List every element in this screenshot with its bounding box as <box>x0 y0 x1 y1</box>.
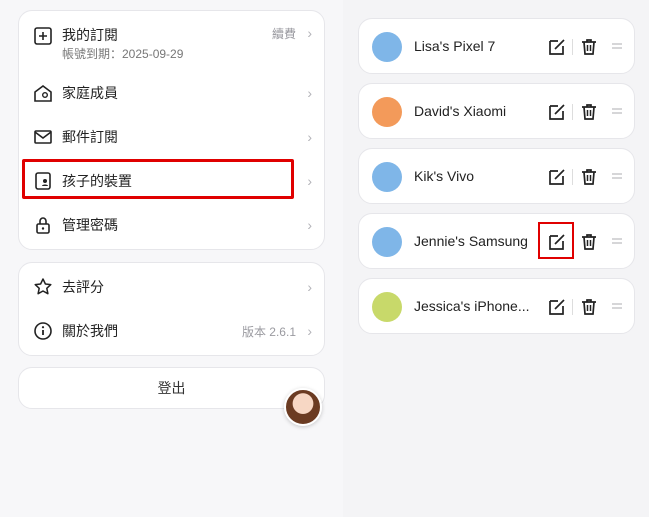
about-row[interactable]: 關於我們 版本 2.6.1 › <box>19 309 324 353</box>
edit-icon[interactable] <box>547 37 567 57</box>
drag-handle-icon[interactable] <box>611 234 623 248</box>
carrot-avatar-icon <box>372 97 402 127</box>
mail-icon <box>32 126 54 148</box>
divider <box>572 104 573 120</box>
family-members-row[interactable]: 家庭成員 › <box>19 71 324 115</box>
edit-icon[interactable] <box>547 102 567 122</box>
version-text: 版本 2.6.1 <box>241 324 296 339</box>
trash-icon[interactable] <box>579 102 599 122</box>
divider <box>572 39 573 55</box>
subscription-label: 我的訂閱 <box>62 27 118 43</box>
drag-handle-icon[interactable] <box>611 169 623 183</box>
rate-label: 去評分 <box>62 279 104 295</box>
chevron-right-icon: › <box>307 279 312 295</box>
divider <box>572 299 573 315</box>
about-label: 關於我們 <box>62 323 118 339</box>
email-subscription-label: 郵件訂閱 <box>62 129 118 145</box>
chevron-right-icon: › <box>307 323 312 339</box>
selection-highlight <box>22 159 294 199</box>
account-panel: 我的訂閱 帳號到期：2025-09-29 續費 › 家庭成員 › 郵件訂閱 › … <box>0 0 343 517</box>
chevron-right-icon: › <box>307 129 312 145</box>
renew-link[interactable]: 續費 <box>272 25 296 42</box>
chevron-right-icon: › <box>307 173 312 189</box>
support-avatar[interactable] <box>284 388 322 426</box>
blue-monster-avatar-icon <box>372 162 402 192</box>
device-row[interactable]: Jennie's Samsung <box>358 213 635 269</box>
account-settings-card: 我的訂閱 帳號到期：2025-09-29 續費 › 家庭成員 › 郵件訂閱 › … <box>18 10 325 250</box>
home-user-icon <box>32 82 54 104</box>
edit-highlight <box>538 222 574 259</box>
device-name: Jessica's iPhone... <box>414 298 530 314</box>
edit-icon[interactable] <box>547 167 567 187</box>
device-row[interactable]: Kik's Vivo <box>358 148 635 204</box>
chevron-right-icon: › <box>307 85 312 101</box>
family-members-label: 家庭成員 <box>62 85 118 101</box>
email-subscription-row[interactable]: 郵件訂閱 › <box>19 115 324 159</box>
device-name: Kik's Vivo <box>414 168 474 184</box>
manage-password-label: 管理密碼 <box>62 217 118 233</box>
device-name: Jennie's Samsung <box>414 233 528 249</box>
divider <box>572 169 573 185</box>
device-row[interactable]: Jessica's iPhone... <box>358 278 635 334</box>
drag-handle-icon[interactable] <box>611 39 623 53</box>
chevron-right-icon: › <box>307 217 312 233</box>
rate-row[interactable]: 去評分 › <box>19 265 324 309</box>
device-list-panel: Lisa's Pixel 7 David's Xiaomi Kik's Vivo… <box>343 0 649 517</box>
blue-monster-avatar-icon <box>372 32 402 62</box>
subscription-icon <box>32 25 54 47</box>
pear-avatar-icon <box>372 292 402 322</box>
chevron-right-icon: › <box>307 25 312 41</box>
device-row[interactable]: Lisa's Pixel 7 <box>358 18 635 74</box>
drag-handle-icon[interactable] <box>611 299 623 313</box>
edit-icon[interactable] <box>547 297 567 317</box>
about-card: 去評分 › 關於我們 版本 2.6.1 › <box>18 262 325 356</box>
trash-icon[interactable] <box>579 232 599 252</box>
device-row[interactable]: David's Xiaomi <box>358 83 635 139</box>
expiry-text: 帳號到期：2025-09-29 <box>62 47 184 61</box>
trash-icon[interactable] <box>579 167 599 187</box>
trash-icon[interactable] <box>579 37 599 57</box>
drag-handle-icon[interactable] <box>611 104 623 118</box>
logout-button[interactable]: 登出 <box>18 367 325 409</box>
star-icon <box>32 276 54 298</box>
blue-monster-avatar-icon <box>372 227 402 257</box>
info-icon <box>32 320 54 342</box>
device-name: David's Xiaomi <box>414 103 507 119</box>
trash-icon[interactable] <box>579 297 599 317</box>
manage-password-row[interactable]: 管理密碼 › <box>19 203 324 247</box>
device-name: Lisa's Pixel 7 <box>414 38 496 54</box>
subscription-row[interactable]: 我的訂閱 帳號到期：2025-09-29 續費 › <box>19 11 324 67</box>
lock-icon <box>32 214 54 236</box>
